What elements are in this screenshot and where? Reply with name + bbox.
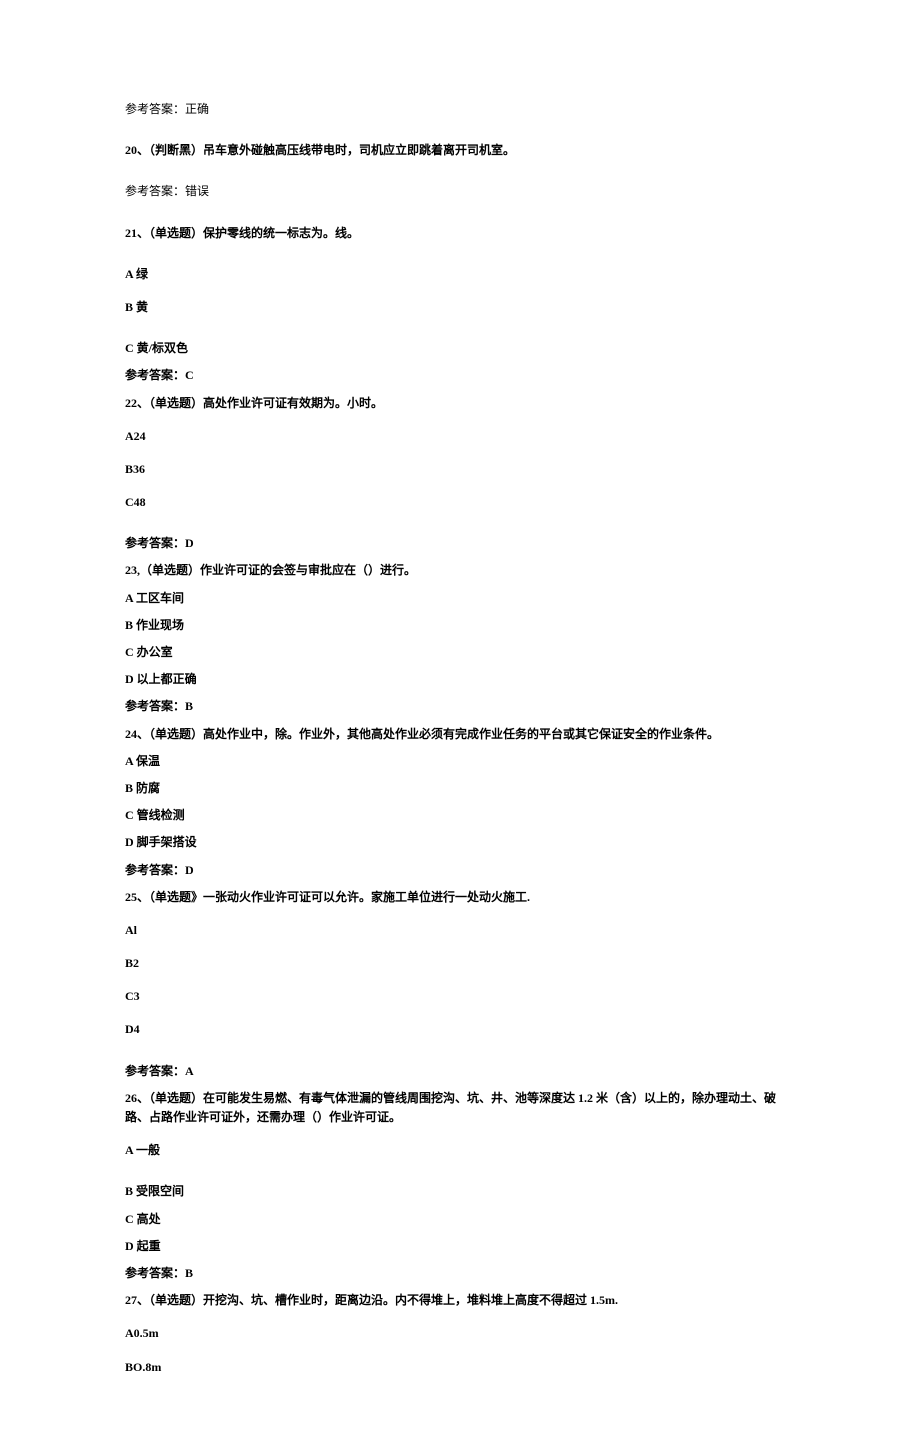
text-line: C 黄/标双色 xyxy=(125,339,795,358)
text-line: A0.5m xyxy=(125,1324,795,1343)
text-line: B 作业现场 xyxy=(125,616,795,635)
text-line: 22、（单选题）高处作业许可证有效期为。小时。 xyxy=(125,394,795,413)
text-line: A 绿 xyxy=(125,265,795,284)
text-line: A24 xyxy=(125,427,795,446)
text-line: 参考答案：B xyxy=(125,697,795,716)
text-line: 26、（单选题）在可能发生易燃、有毒气体泄漏的管线周围挖沟、坑、井、池等深度达 … xyxy=(125,1089,795,1127)
text-line: 参考答案：B xyxy=(125,1264,795,1283)
text-line: BO.8m xyxy=(125,1358,795,1377)
text-line: B 受限空间 xyxy=(125,1182,795,1201)
text-line: 参考答案：D xyxy=(125,534,795,553)
text-line: A 工区车间 xyxy=(125,589,795,608)
text-line: C 管线检测 xyxy=(125,806,795,825)
text-line: B36 xyxy=(125,460,795,479)
text-line: C48 xyxy=(125,493,795,512)
text-line: B 防腐 xyxy=(125,779,795,798)
text-line: 参考答案：正确 xyxy=(125,100,795,119)
text-line: Al xyxy=(125,921,795,940)
text-line: 20、（判断黑）吊车意外碰触高压线带电时，司机应立即跳着离开司机室。 xyxy=(125,141,795,160)
text-line: D 起重 xyxy=(125,1237,795,1256)
text-line: 23,（单选题）作业许可证的会签与审批应在（）进行。 xyxy=(125,561,795,580)
text-line: D4 xyxy=(125,1020,795,1039)
text-line: D 以上都正确 xyxy=(125,670,795,689)
text-line: 25、（单选题》一张动火作业许可证可以允许。家施工单位进行一处动火施工. xyxy=(125,888,795,907)
text-line: B2 xyxy=(125,954,795,973)
text-line: 参考答案：C xyxy=(125,366,795,385)
text-line: C 高处 xyxy=(125,1210,795,1229)
text-line: C 办公室 xyxy=(125,643,795,662)
document-page: 参考答案：正确 20、（判断黑）吊车意外碰触高压线带电时，司机应立即跳着离开司机室… xyxy=(0,0,920,1431)
text-line: 24、（单选题）高处作业中，除。作业外，其他高处作业必须有完成作业任务的平台或其… xyxy=(125,725,795,744)
text-line: 参考答案：D xyxy=(125,861,795,880)
text-line: 参考答案：A xyxy=(125,1062,795,1081)
text-line: C3 xyxy=(125,987,795,1006)
text-line: 参考答案：错误 xyxy=(125,182,795,201)
text-line: 21、（单选题）保护零线的统一标志为。线。 xyxy=(125,224,795,243)
text-line: A 一般 xyxy=(125,1141,795,1160)
text-line: B 黄 xyxy=(125,298,795,317)
text-line: D 脚手架搭设 xyxy=(125,833,795,852)
text-line: A 保温 xyxy=(125,752,795,771)
